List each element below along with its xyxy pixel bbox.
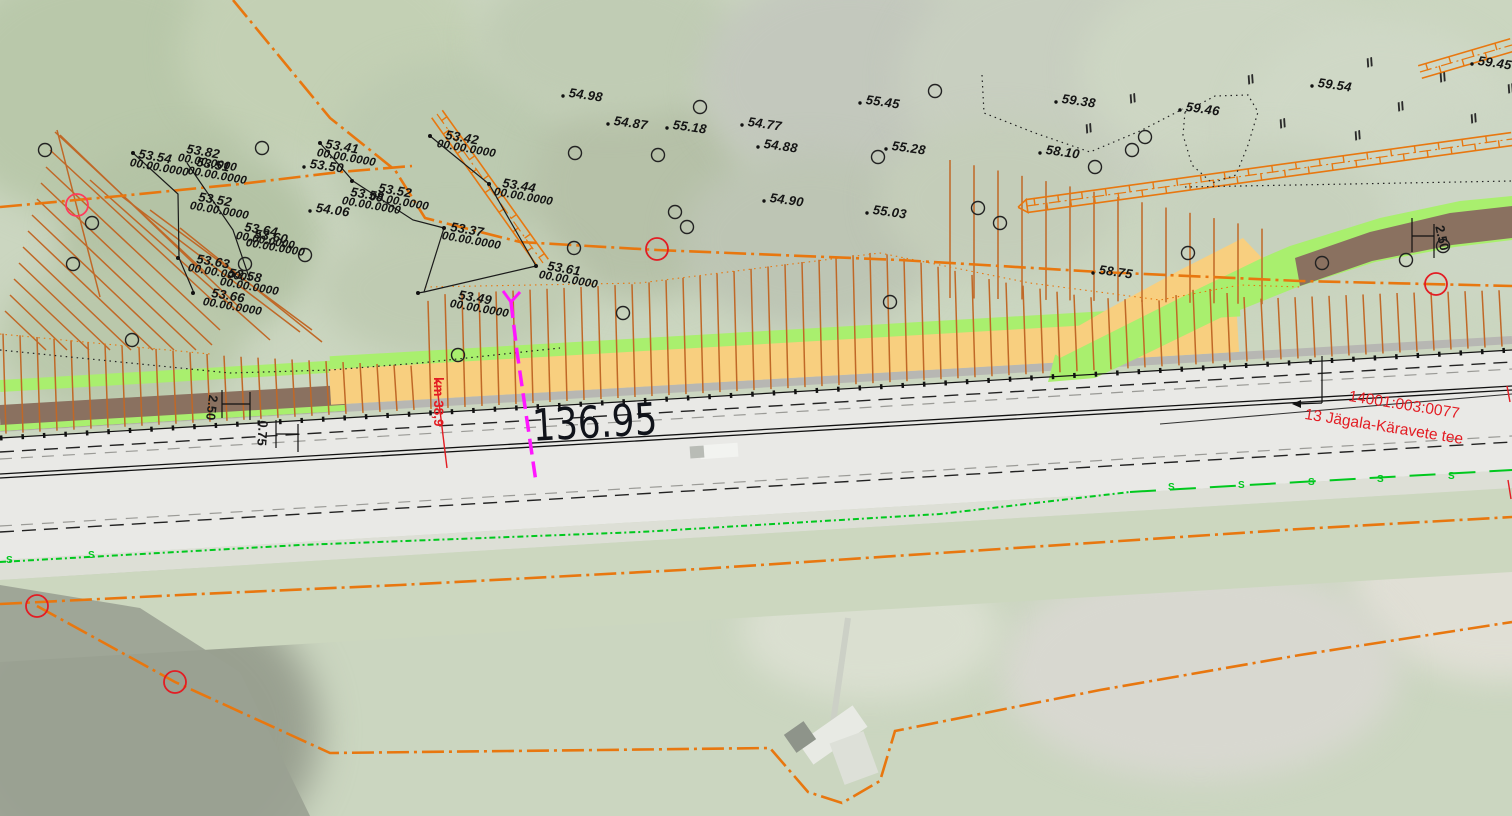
cad-linework-layer [0,0,1512,816]
road-design-plan-viewport[interactable]: 136.95 km 38,9 14001:003:0077 13 Jägala-… [0,0,1512,816]
